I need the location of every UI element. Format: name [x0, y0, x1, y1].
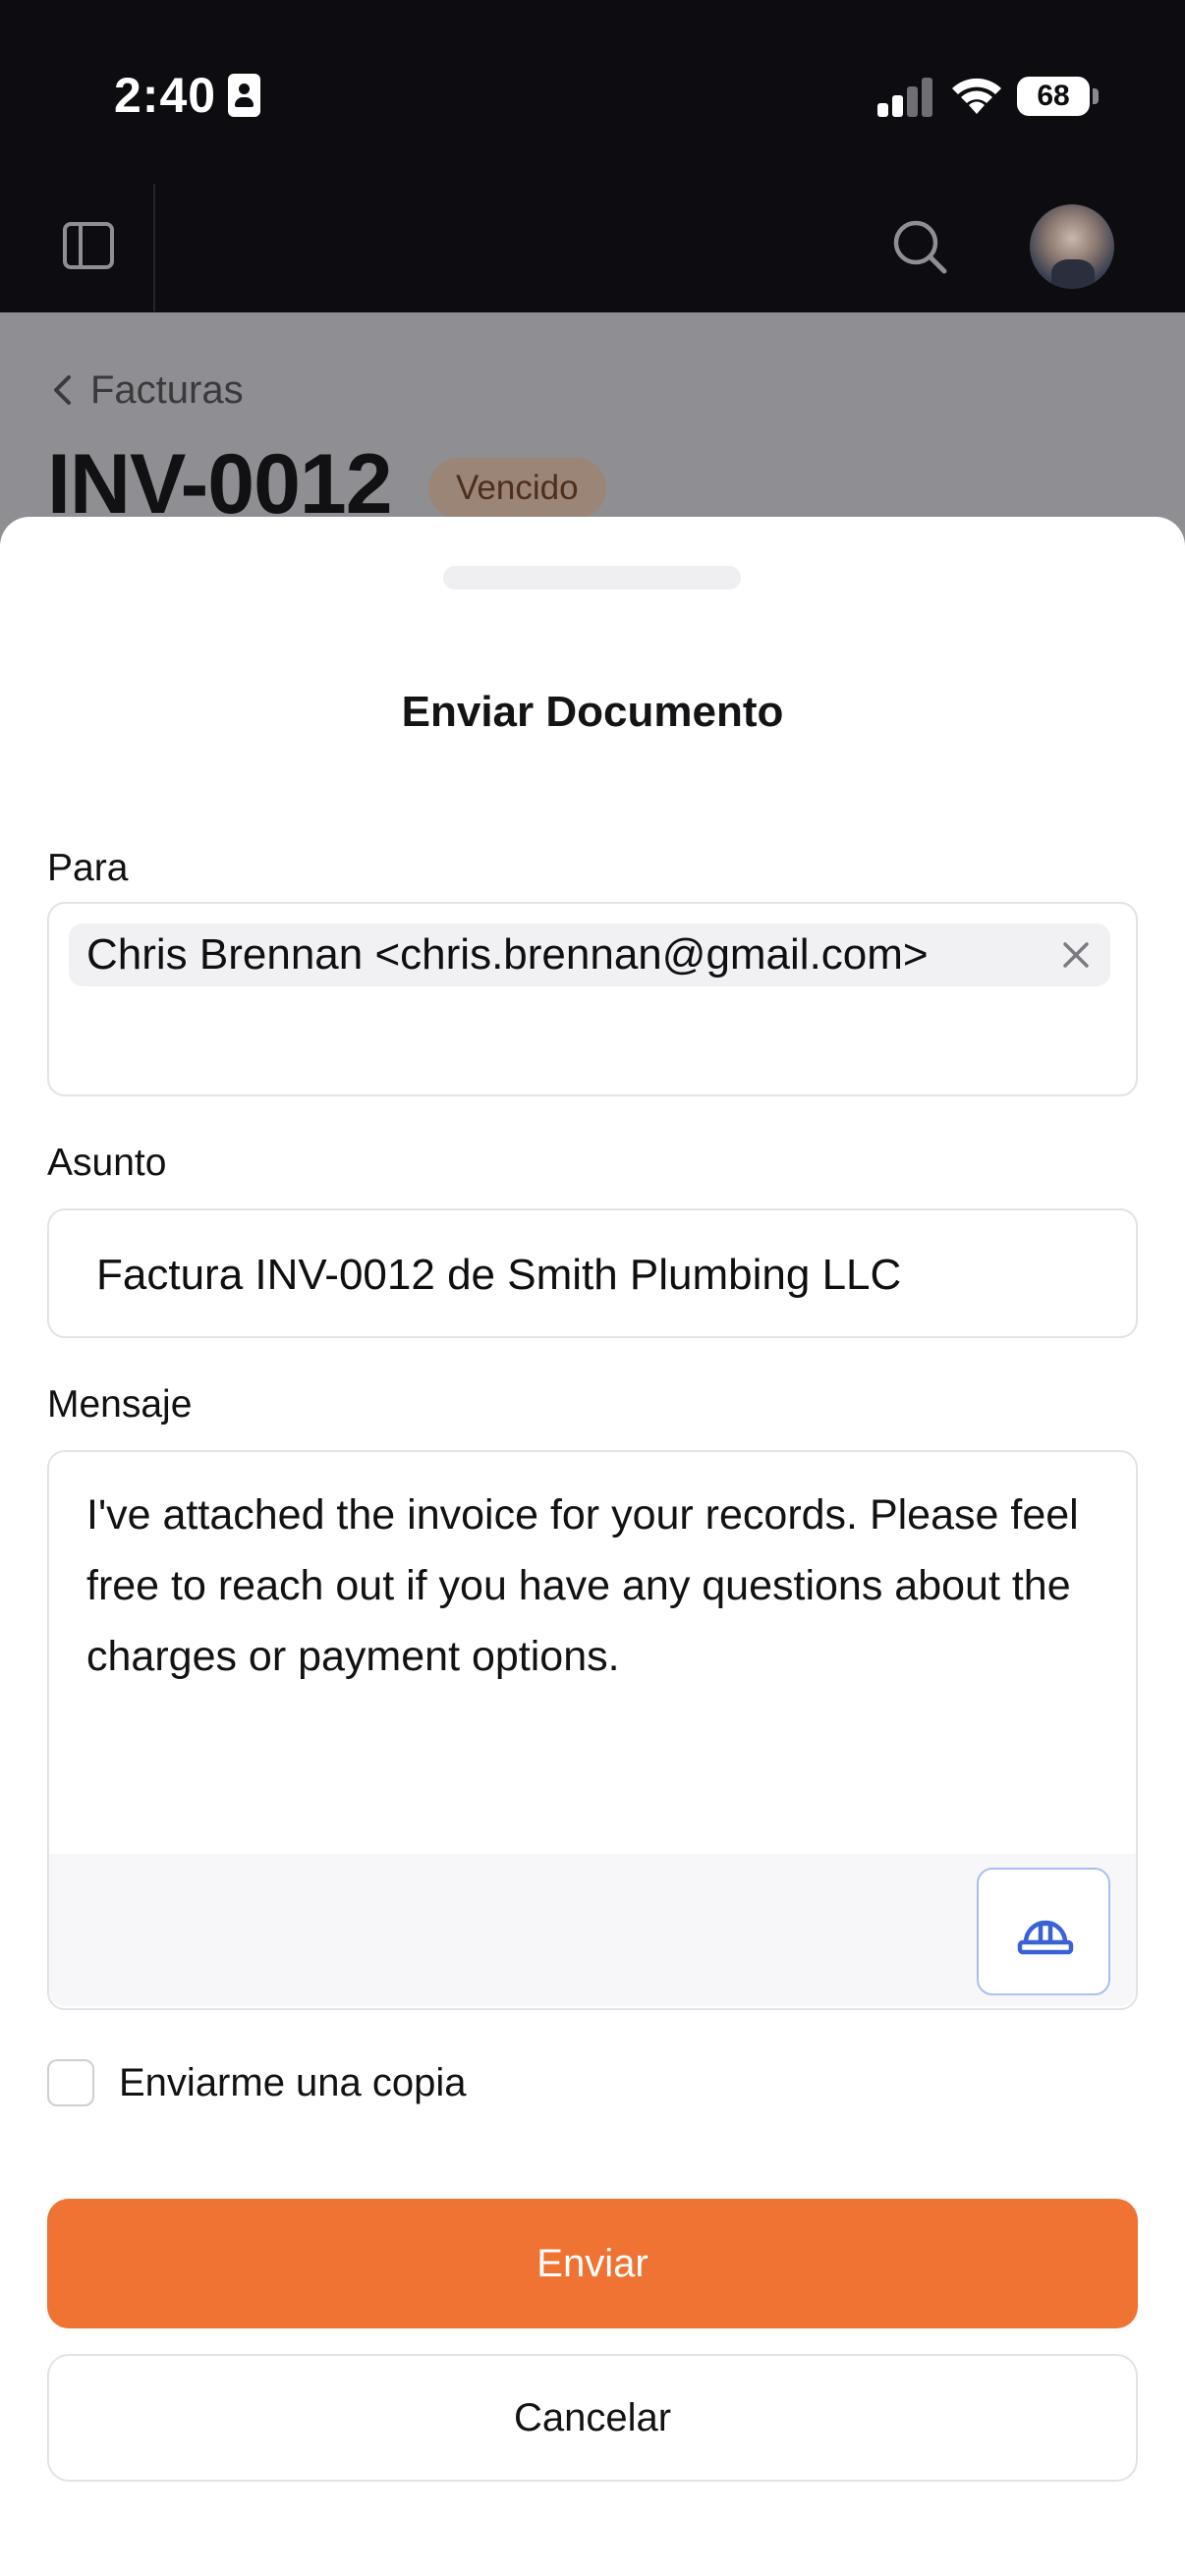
breadcrumb[interactable]: Facturas [49, 365, 244, 415]
breadcrumb-label: Facturas [90, 367, 244, 412]
wifi-icon [952, 78, 1001, 114]
message-text: I've attached the invoice for your recor… [86, 1491, 1079, 1680]
to-label: Para [47, 847, 129, 889]
subject-value: Factura INV-0012 de Smith Plumbing LLC [96, 1251, 902, 1299]
hard-hat-icon [1017, 1920, 1074, 1955]
avatar[interactable] [1030, 204, 1114, 289]
message-toolbar [49, 1854, 1136, 2006]
screen: 2:40 68 Facturas INV-0012 Vencido Enviar… [0, 0, 1185, 2576]
sidebar-toggle-icon[interactable] [59, 216, 118, 275]
subject-label: Asunto [47, 1142, 167, 1184]
contact-card-icon [228, 74, 260, 117]
header-divider [153, 184, 155, 311]
cellular-signal-icon [877, 76, 934, 117]
send-copy-checkbox[interactable] [47, 2059, 94, 2106]
message-label: Mensaje [47, 1383, 193, 1426]
app-header [0, 187, 1185, 312]
status-bar: 2:40 68 [0, 0, 1185, 187]
hard-hat-button[interactable] [977, 1868, 1110, 1995]
send-button[interactable]: Enviar [47, 2199, 1138, 2328]
battery-cap [1093, 88, 1099, 104]
sheet-title: Enviar Documento [401, 688, 784, 736]
status-badge: Vencido [428, 458, 606, 519]
chevron-left-icon [54, 375, 71, 405]
sheet-grabber[interactable] [443, 566, 741, 589]
cancel-button[interactable]: Cancelar [47, 2354, 1138, 2482]
close-icon[interactable] [1059, 938, 1093, 972]
recipient-chip-label: Chris Brennan <chris.brennan@gmail.com> [86, 930, 929, 979]
status-time: 2:40 [114, 68, 217, 123]
send-copy-label[interactable]: Enviarme una copia [119, 2059, 467, 2106]
search-icon[interactable] [889, 216, 950, 277]
battery-icon: 68 [1017, 77, 1090, 116]
